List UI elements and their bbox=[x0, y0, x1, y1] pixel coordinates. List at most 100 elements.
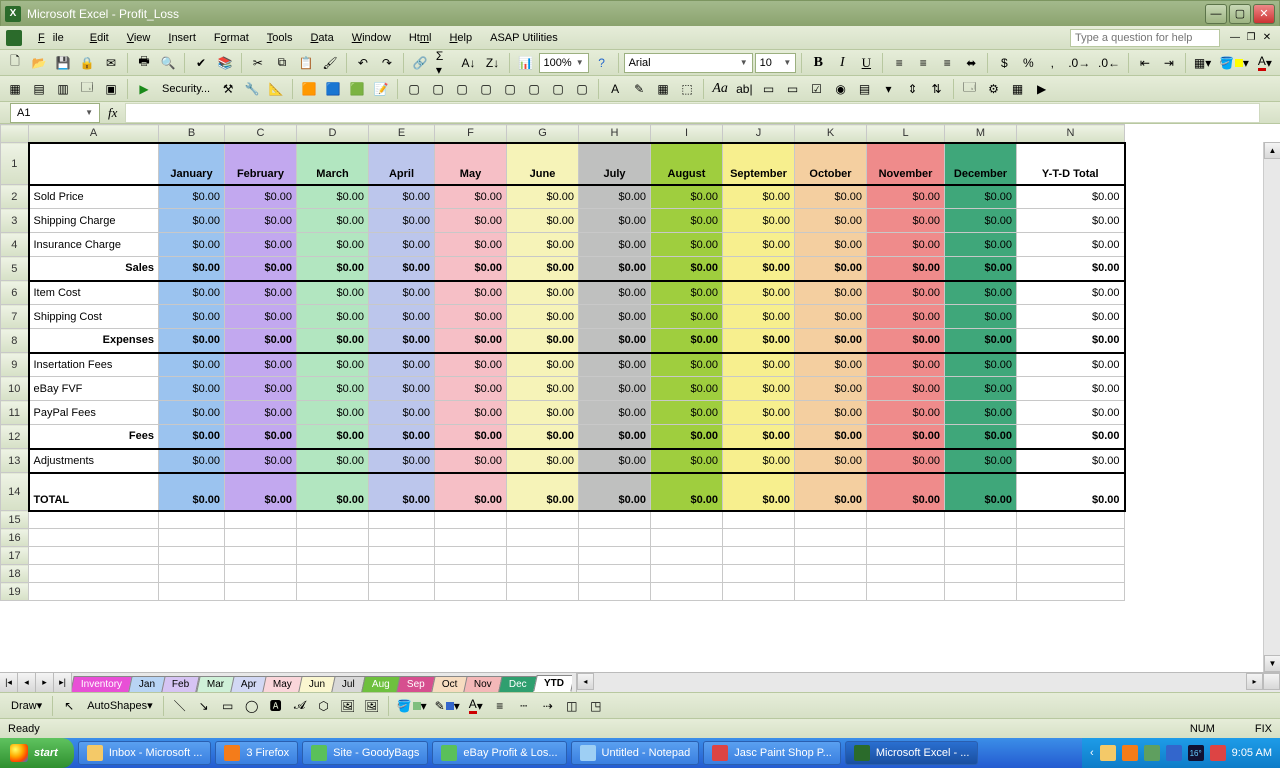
cell-r8-c9[interactable]: $0.00 bbox=[795, 329, 867, 353]
cell-r3-c8[interactable]: $0.00 bbox=[723, 209, 795, 233]
minimize-button[interactable]: — bbox=[1205, 4, 1227, 24]
menu-data[interactable]: Data bbox=[302, 30, 341, 46]
cut-button[interactable]: ✂ bbox=[247, 52, 269, 74]
close-button[interactable]: ✕ bbox=[1253, 4, 1275, 24]
tb4-2[interactable]: ▢ bbox=[427, 78, 449, 100]
cell-r9-c7[interactable]: $0.00 bbox=[651, 353, 723, 377]
cell-r2-c8[interactable]: $0.00 bbox=[723, 185, 795, 209]
spelling-button[interactable]: ✔ bbox=[190, 52, 212, 74]
col-header-D[interactable]: D bbox=[297, 125, 369, 143]
row-label-2[interactable]: Sold Price bbox=[29, 185, 159, 209]
mdi-close-button[interactable]: ✕ bbox=[1260, 31, 1274, 45]
select-objects-button[interactable]: ↖ bbox=[58, 695, 80, 717]
taskbar-item[interactable]: 3 Firefox bbox=[215, 741, 298, 765]
sheet-tab-Dec[interactable]: Dec bbox=[498, 676, 537, 692]
row-header-11[interactable]: 11 bbox=[1, 401, 29, 425]
total-c1[interactable]: $0.00 bbox=[225, 473, 297, 511]
cell-r7-c9[interactable]: $0.00 bbox=[795, 305, 867, 329]
cell-r11-c1[interactable]: $0.00 bbox=[225, 401, 297, 425]
autosum-button[interactable]: Σ ▾ bbox=[433, 52, 456, 74]
form-run-button[interactable]: ▶ bbox=[1031, 78, 1053, 100]
row-header-13[interactable]: 13 bbox=[1, 449, 29, 473]
col-header-L[interactable]: L bbox=[867, 125, 945, 143]
cell-r6-c11[interactable]: $0.00 bbox=[945, 281, 1017, 305]
month-header-3[interactable]: April bbox=[369, 143, 435, 185]
total-c10[interactable]: $0.00 bbox=[867, 473, 945, 511]
cell-r2-c3[interactable]: $0.00 bbox=[369, 185, 435, 209]
form-groupbox-button[interactable]: ▭ bbox=[758, 78, 780, 100]
cell-r7-c8[interactable]: $0.00 bbox=[723, 305, 795, 329]
design-mode-button[interactable]: 📐 bbox=[265, 78, 287, 100]
sheet-tab-Aug[interactable]: Aug bbox=[361, 676, 400, 692]
bold-button[interactable]: B bbox=[807, 52, 829, 74]
total-c6[interactable]: $0.00 bbox=[579, 473, 651, 511]
cell-r10-c2[interactable]: $0.00 bbox=[297, 377, 369, 401]
total-c5[interactable]: $0.00 bbox=[507, 473, 579, 511]
cell-r6-c0[interactable]: $0.00 bbox=[159, 281, 225, 305]
sheet-tab-Inventory[interactable]: Inventory bbox=[72, 676, 133, 692]
zoom-combo[interactable]: 100%▼ bbox=[539, 53, 589, 73]
borders-button[interactable]: ▦▾ bbox=[1191, 52, 1214, 74]
cell-r12-c2[interactable]: $0.00 bbox=[297, 425, 369, 449]
cell-r2-c9[interactable]: $0.00 bbox=[795, 185, 867, 209]
control-toolbox-button[interactable]: 🔧 bbox=[241, 78, 263, 100]
cell-r9-c3[interactable]: $0.00 bbox=[369, 353, 435, 377]
wordart-button[interactable]: 𝓐 bbox=[289, 695, 311, 717]
form-spinner-button[interactable]: ⇅ bbox=[926, 78, 948, 100]
formula-input[interactable] bbox=[125, 103, 1260, 123]
mdi-minimize-button[interactable]: — bbox=[1228, 31, 1242, 45]
col-header-M[interactable]: M bbox=[945, 125, 1017, 143]
form-checkbox-button[interactable]: ☑ bbox=[806, 78, 828, 100]
cell-r5-c10[interactable]: $0.00 bbox=[867, 257, 945, 281]
sheet-tab-Feb[interactable]: Feb bbox=[162, 676, 201, 692]
row-label-5[interactable]: Sales bbox=[29, 257, 159, 281]
research-button[interactable]: 📚 bbox=[214, 52, 236, 74]
tb4-12[interactable]: ⬚ bbox=[676, 78, 698, 100]
form-grid-button[interactable]: ▦ bbox=[1007, 78, 1029, 100]
cell-r5-c0[interactable]: $0.00 bbox=[159, 257, 225, 281]
cell-r10-c9[interactable]: $0.00 bbox=[795, 377, 867, 401]
tray-expand-icon[interactable]: ‹ bbox=[1090, 747, 1094, 759]
row-header-6[interactable]: 6 bbox=[1, 281, 29, 305]
cell-r6-c1[interactable]: $0.00 bbox=[225, 281, 297, 305]
cell-r2-c2[interactable]: $0.00 bbox=[297, 185, 369, 209]
cell-r4-c1[interactable]: $0.00 bbox=[225, 233, 297, 257]
cell-r3-c0[interactable]: $0.00 bbox=[159, 209, 225, 233]
sheet-tab-Mar[interactable]: Mar bbox=[196, 676, 235, 692]
month-header-7[interactable]: August bbox=[651, 143, 723, 185]
col-header-N[interactable]: N bbox=[1017, 125, 1125, 143]
tab-prev-button[interactable]: ◂ bbox=[18, 673, 36, 692]
cell-r2-c5[interactable]: $0.00 bbox=[507, 185, 579, 209]
open-button[interactable]: 📂 bbox=[28, 52, 50, 74]
cell-r7-c6[interactable]: $0.00 bbox=[579, 305, 651, 329]
mdi-restore-button[interactable]: ❐ bbox=[1244, 31, 1258, 45]
row-header-19[interactable]: 19 bbox=[1, 583, 29, 601]
cell-r10-c0[interactable]: $0.00 bbox=[159, 377, 225, 401]
cell-r2-c12[interactable]: $0.00 bbox=[1017, 185, 1125, 209]
format-painter-button[interactable]: 🖌 bbox=[319, 52, 341, 74]
cell-r7-c3[interactable]: $0.00 bbox=[369, 305, 435, 329]
menu-insert[interactable]: Insert bbox=[160, 30, 204, 46]
scroll-right-button[interactable]: ▸ bbox=[1246, 673, 1263, 690]
row-header-3[interactable]: 3 bbox=[1, 209, 29, 233]
sheet-tab-Sep[interactable]: Sep bbox=[396, 676, 435, 692]
cell-r11-c10[interactable]: $0.00 bbox=[867, 401, 945, 425]
draw-line-color-button[interactable]: ✎▾ bbox=[432, 695, 463, 717]
align-right-button[interactable]: ≡ bbox=[936, 52, 958, 74]
month-header-1[interactable]: February bbox=[225, 143, 297, 185]
col-header-K[interactable]: K bbox=[795, 125, 867, 143]
menu-asap[interactable]: ASAP Utilities bbox=[482, 30, 566, 46]
scroll-down-button[interactable]: ▼ bbox=[1264, 655, 1280, 672]
cell-r6-c3[interactable]: $0.00 bbox=[369, 281, 435, 305]
col-header-G[interactable]: G bbox=[507, 125, 579, 143]
tb2-btn-3[interactable]: ▥ bbox=[52, 78, 74, 100]
scroll-left-button[interactable]: ◂ bbox=[577, 673, 594, 690]
cell-r10-c7[interactable]: $0.00 bbox=[651, 377, 723, 401]
clipart-button[interactable]: 🖼 bbox=[337, 695, 359, 717]
sort-asc-button[interactable]: A↓ bbox=[458, 52, 480, 74]
cell-r13-c1[interactable]: $0.00 bbox=[225, 449, 297, 473]
cell-r5-c3[interactable]: $0.00 bbox=[369, 257, 435, 281]
taskbar-item[interactable]: Jasc Paint Shop P... bbox=[703, 741, 841, 765]
picture-button[interactable]: 🖼 bbox=[361, 695, 383, 717]
month-header-0[interactable]: January bbox=[159, 143, 225, 185]
